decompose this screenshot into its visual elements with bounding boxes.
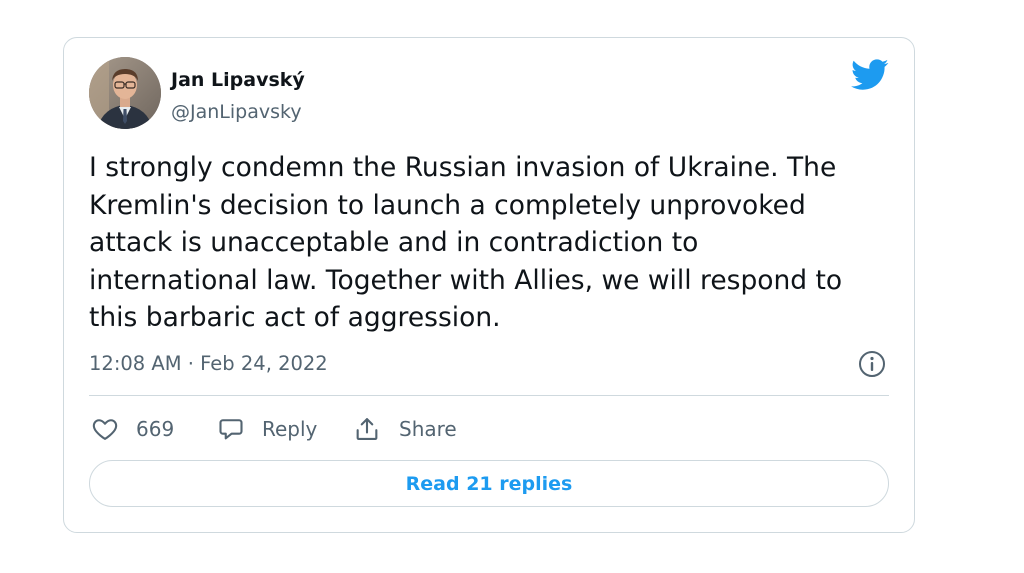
author-name[interactable]: Jan Lipavský	[171, 69, 305, 91]
like-button[interactable]: 669	[91, 414, 174, 444]
tweet-text-line: international law. Together with Allies,…	[89, 264, 843, 296]
twitter-bird-icon[interactable]	[851, 59, 889, 91]
info-icon[interactable]	[858, 350, 886, 378]
tweet-card: Jan Lipavský @JanLipavsky I strongly con…	[63, 37, 915, 533]
share-button[interactable]: Share	[353, 414, 457, 444]
read-replies-button[interactable]: Read 21 replies	[89, 460, 889, 507]
speech-bubble-icon	[219, 419, 243, 440]
tweet-text: I strongly condemn the Russian invasion …	[89, 149, 889, 337]
heart-icon	[92, 419, 118, 440]
reply-label: Reply	[262, 417, 318, 441]
divider	[89, 395, 889, 396]
reply-button[interactable]: Reply	[217, 414, 317, 444]
avatar-image	[89, 57, 161, 129]
tweet-text-line: I strongly condemn the Russian invasion …	[89, 152, 837, 183]
avatar[interactable]	[89, 57, 161, 129]
author-handle[interactable]: @JanLipavsky	[171, 101, 302, 123]
like-count: 669	[136, 417, 175, 441]
tweet-timestamp[interactable]: 12:08 AM · Feb 24, 2022	[89, 352, 328, 375]
tweet-text-line: Kremlin's decision to launch a completel…	[89, 189, 806, 221]
tweet-text-line: attack is unacceptable and in contradict…	[89, 227, 699, 258]
share-upload-icon	[356, 418, 378, 440]
tweet-text-line: this barbaric act of aggression.	[89, 302, 501, 333]
share-label: Share	[399, 417, 457, 441]
